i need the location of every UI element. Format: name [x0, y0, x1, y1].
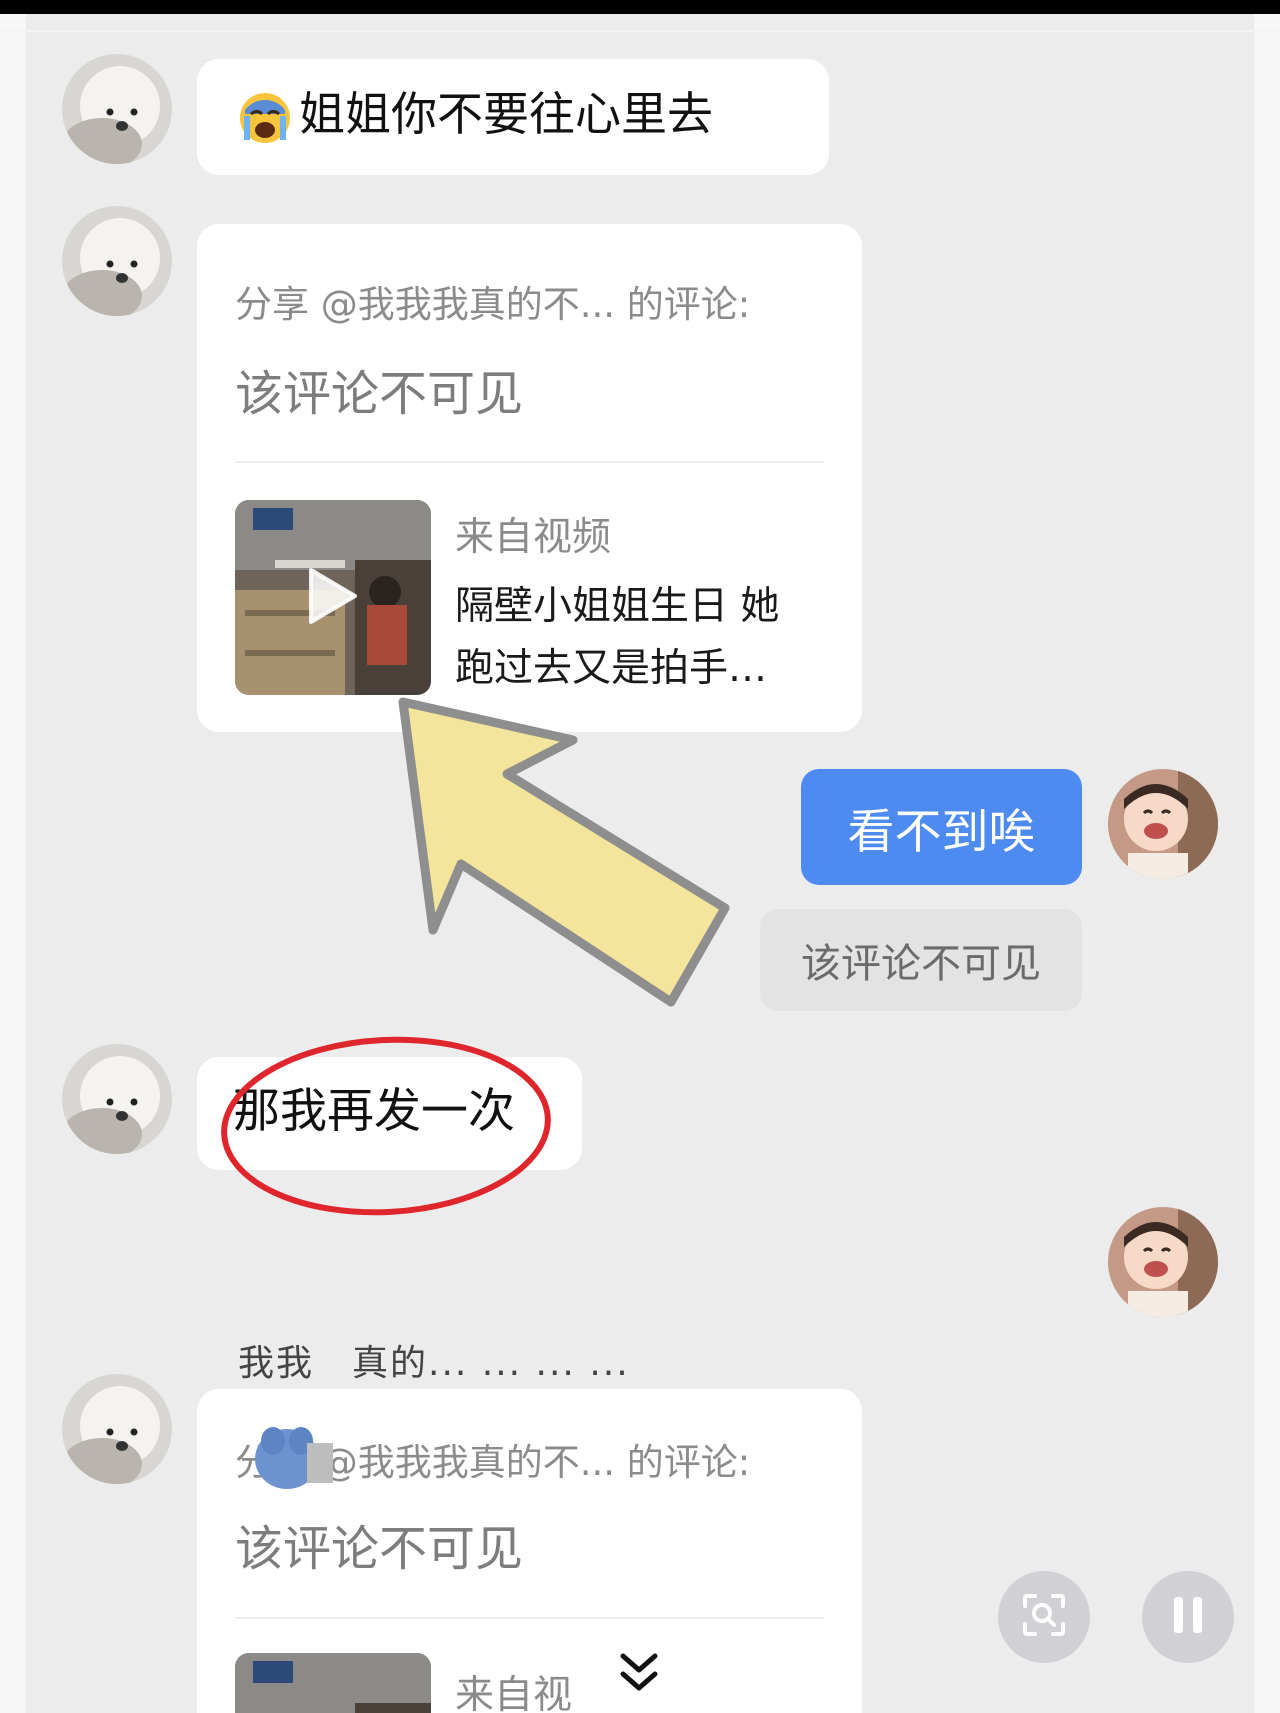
chat-view[interactable]: 姐姐你不要往心里去 分享 @我我我真的不... 的评论: 该评论不可见 来自视频… — [0, 14, 1280, 1713]
crying-face-icon — [237, 92, 293, 148]
message-text: 姐姐你不要往心里去 — [299, 87, 713, 141]
shared-comment-card[interactable]: 分享 @我我我真的不... 的评论: 该评论不可见 来自视频 隔壁小姐姐生日 她… — [197, 224, 862, 732]
share-line: 分享 @我我我真的不... 的评论: — [235, 283, 751, 326]
my-avatar[interactable] — [1108, 1207, 1218, 1317]
message-bubble[interactable]: 姐姐你不要往心里去 — [197, 59, 829, 175]
sent-message-bubble[interactable]: 看不到唉 — [801, 769, 1082, 885]
video-source-label: 来自视 — [455, 1673, 573, 1713]
arrow-annotation-icon — [395, 696, 735, 1020]
chat-left-margin — [0, 14, 26, 1713]
image-search-button[interactable] — [998, 1571, 1090, 1663]
friend-avatar[interactable] — [62, 1374, 172, 1484]
play-icon — [307, 566, 359, 630]
video-source-label: 来自视频 — [455, 515, 612, 560]
card-divider — [235, 461, 824, 463]
top-black-strip — [0, 0, 1280, 14]
video-title: 隔壁小姐姐生日 她跑过去又是拍手… — [455, 584, 780, 691]
friend-avatar[interactable] — [62, 206, 172, 316]
pause-button[interactable] — [1142, 1571, 1234, 1663]
pause-icon — [1171, 1595, 1205, 1639]
my-avatar[interactable] — [1108, 769, 1218, 879]
chat-right-margin — [1254, 14, 1280, 1713]
shared-comment-card[interactable]: 分享 @我我我真的不... 的评论: 该评论不可见 来自视 — [197, 1389, 862, 1713]
quoted-reply[interactable]: 该评论不可见 — [760, 909, 1082, 1011]
friend-avatar[interactable] — [62, 1044, 172, 1154]
chevron-double-down-icon[interactable] — [617, 1650, 661, 1700]
hidden-comment-text: 该评论不可见 — [235, 366, 524, 422]
image-search-icon — [1021, 1592, 1067, 1642]
chat-top-divider — [0, 30, 1280, 32]
card-divider — [235, 1617, 824, 1619]
hidden-comment-text: 该评论不可见 — [235, 1521, 524, 1577]
red-circle-annotation — [212, 1028, 582, 1232]
video-thumbnail[interactable] — [235, 1653, 431, 1713]
friend-avatar[interactable] — [62, 54, 172, 164]
video-thumbnail[interactable] — [235, 500, 431, 695]
sticker-icon — [249, 1419, 335, 1499]
